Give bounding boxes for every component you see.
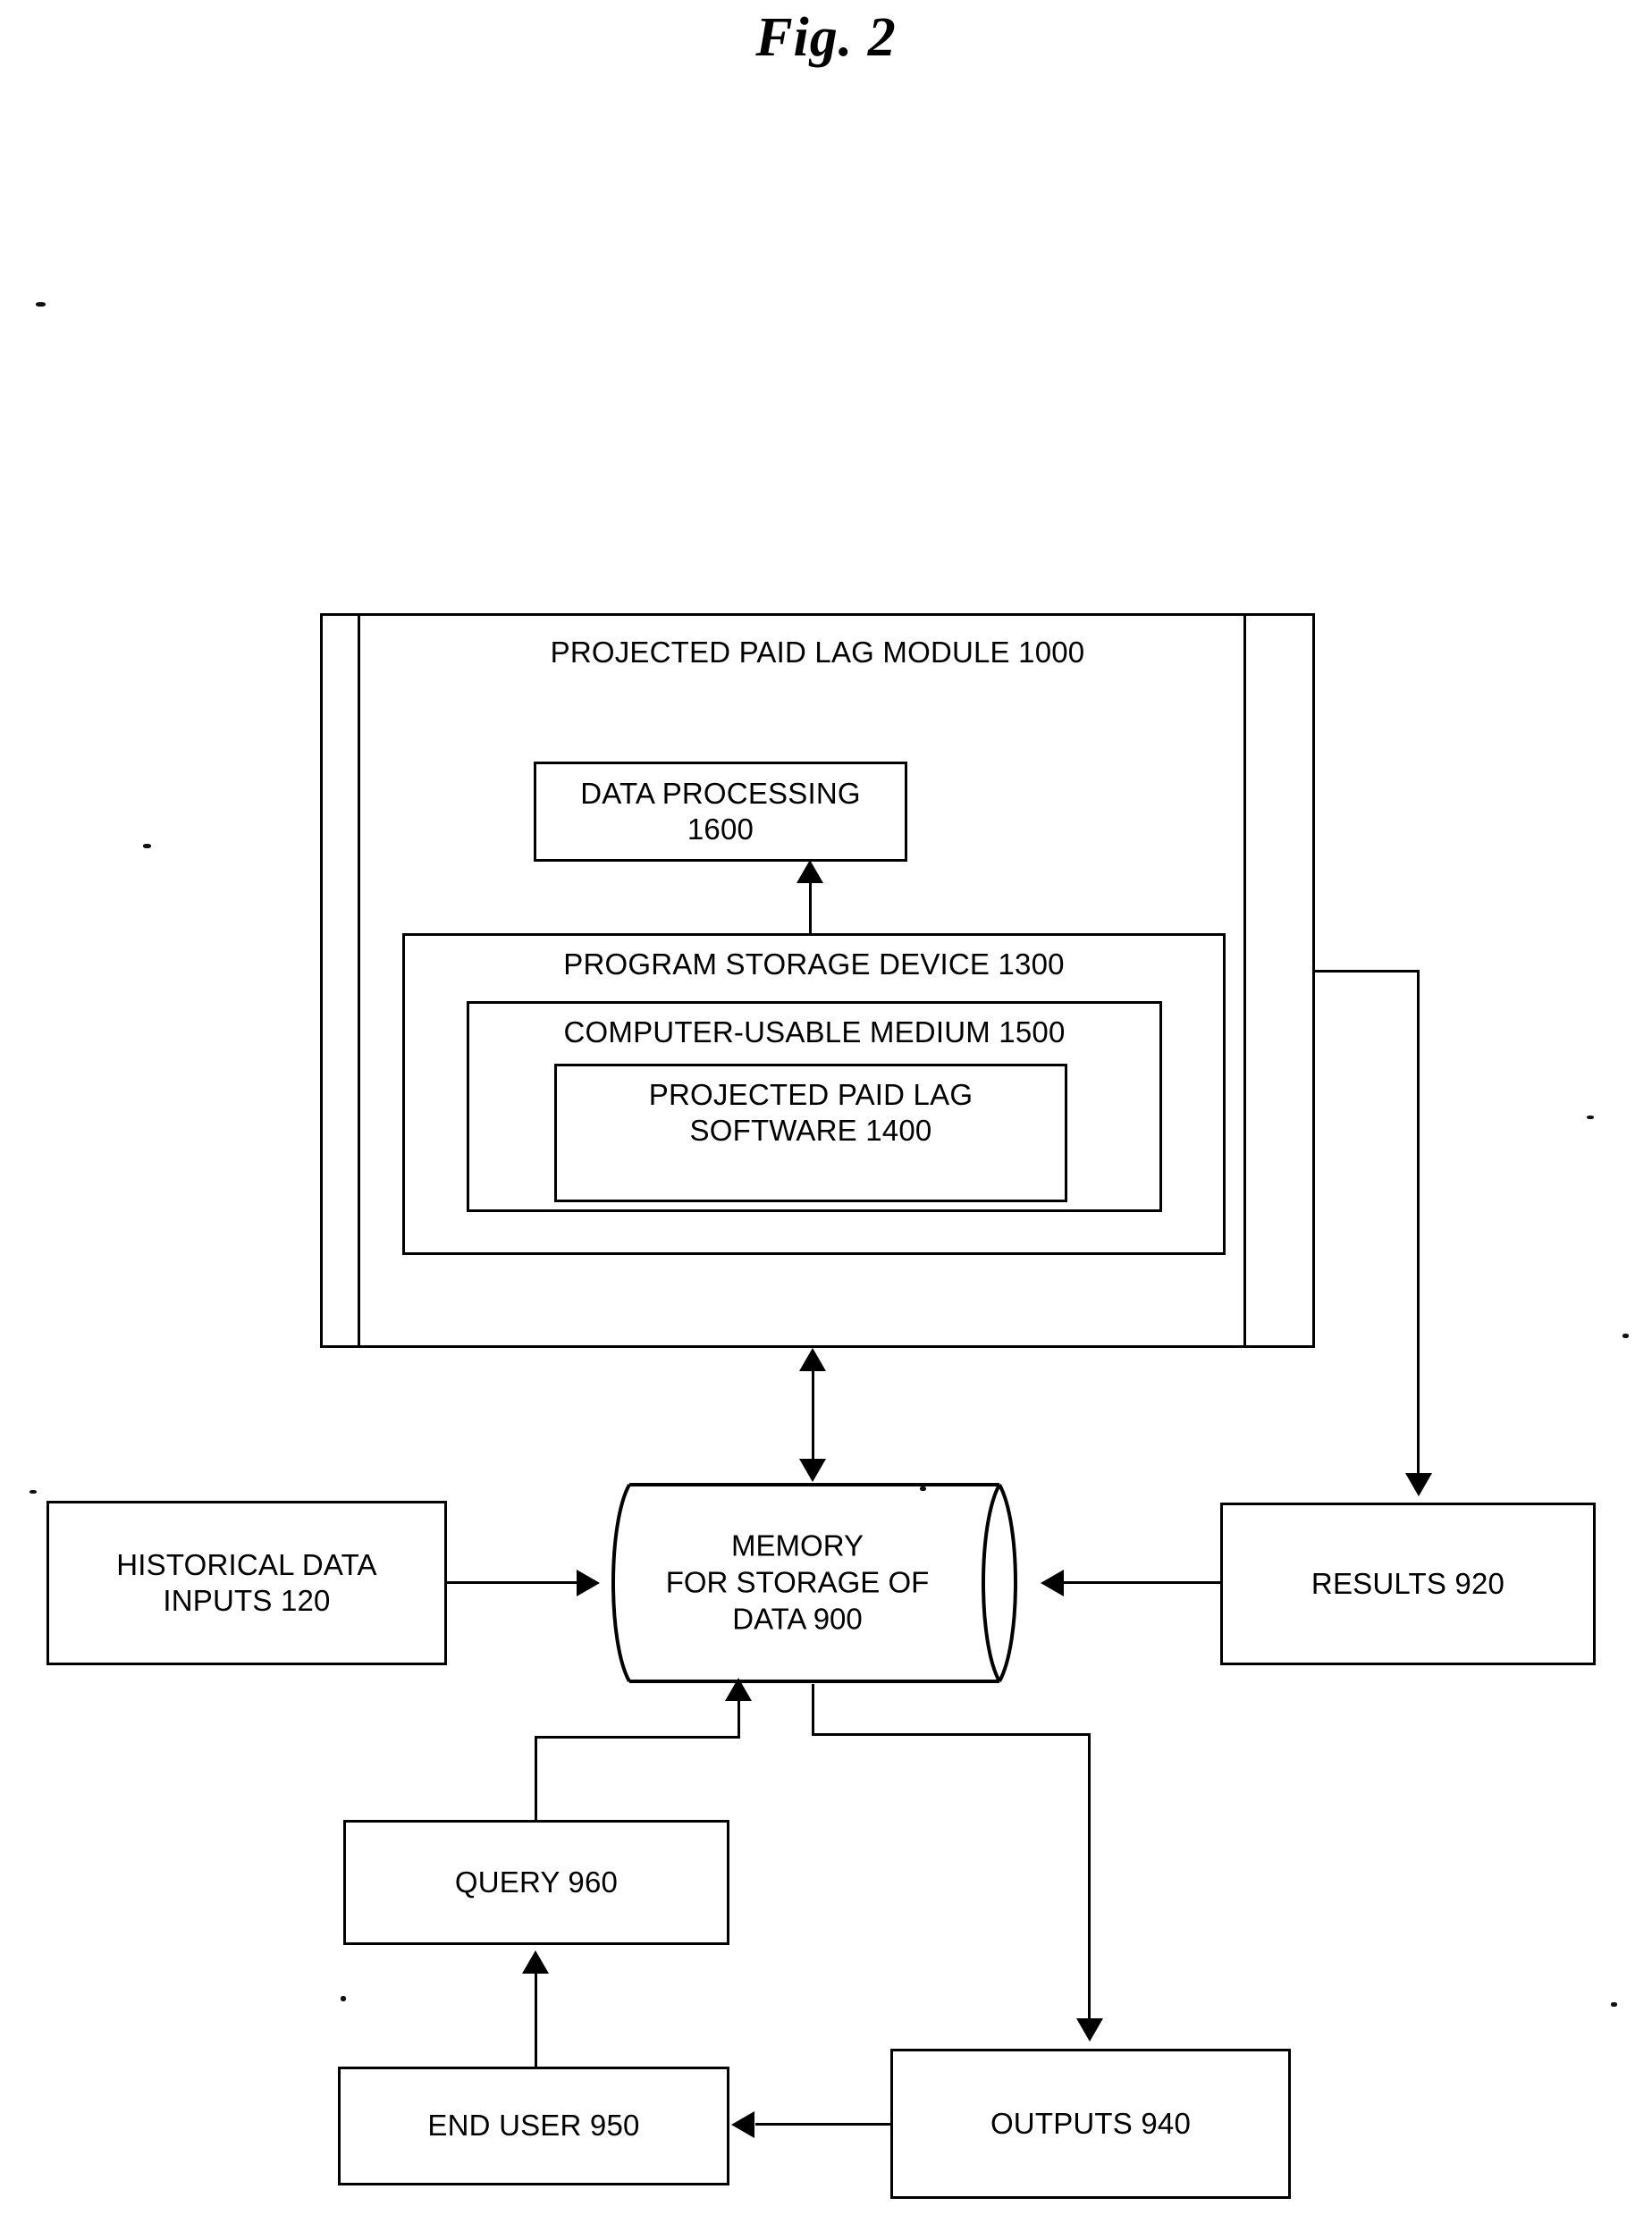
connector-module-to-results-horizontal	[1312, 970, 1420, 973]
scan-speck	[143, 844, 151, 848]
scan-speck	[341, 1996, 346, 2001]
memory-storage-cylinder: MEMORY FOR STORAGE OF DATA 900	[595, 1480, 1041, 1686]
connector-module-to-results-vertical	[1417, 970, 1420, 1473]
scan-speck	[1622, 1334, 1629, 1338]
figure-title: Fig. 2	[755, 7, 897, 68]
connector-inputs-to-memory-line	[447, 1581, 577, 1584]
scan-speck	[36, 302, 46, 307]
connector-memory-to-outputs-vertical-upper	[812, 1684, 814, 1735]
connector-module-to-results-arrowhead	[1405, 1473, 1432, 1496]
connector-module-memory-arrowhead-down	[799, 1459, 826, 1482]
scan-speck	[1587, 1116, 1594, 1119]
projected-paid-lag-module-label: PROJECTED PAID LAG MODULE 1000	[550, 636, 1085, 669]
end-user-label: END USER 950	[427, 2109, 640, 2143]
connector-memory-to-outputs-arrowhead	[1076, 2018, 1103, 2042]
connector-enduser-to-query-arrowhead	[522, 1950, 549, 1974]
historical-data-inputs-box: HISTORICAL DATA INPUTS 120	[46, 1501, 447, 1665]
scan-speck	[30, 1490, 37, 1494]
scan-speck	[1611, 2002, 1617, 2007]
end-user-box: END USER 950	[338, 2067, 729, 2185]
connector-results-to-memory-line	[1064, 1581, 1221, 1584]
connector-memory-to-outputs-vertical-lower	[1088, 1733, 1091, 2021]
projected-paid-lag-software-box: PROJECTED PAID LAG SOFTWARE 1400	[554, 1064, 1067, 1202]
data-processing-box: DATA PROCESSING 1600	[534, 762, 907, 862]
connector-storage-to-processing-line	[809, 874, 812, 935]
results-label: RESULTS 920	[1311, 1566, 1505, 1600]
connector-query-to-memory-vertical-upper	[738, 1698, 740, 1739]
outputs-box: OUTPUTS 940	[890, 2049, 1291, 2199]
data-processing-label: DATA PROCESSING 1600	[580, 776, 861, 846]
connector-query-to-memory-arrowhead	[725, 1678, 752, 1701]
results-box: RESULTS 920	[1220, 1503, 1596, 1665]
outputs-label: OUTPUTS 940	[990, 2106, 1192, 2140]
connector-results-to-memory-arrowhead	[1041, 1570, 1064, 1596]
module-inner-rule-left	[358, 616, 360, 1345]
historical-data-inputs-label: HISTORICAL DATA INPUTS 120	[116, 1547, 377, 1617]
projected-paid-lag-software-label: PROJECTED PAID LAG SOFTWARE 1400	[648, 1078, 974, 1148]
computer-usable-medium-label: COMPUTER-USABLE MEDIUM 1500	[563, 1015, 1066, 1048]
connector-enduser-to-query-line	[535, 1971, 537, 2067]
connector-query-to-memory-vertical-lower	[535, 1736, 537, 1823]
connector-outputs-to-enduser-arrowhead	[731, 2111, 754, 2138]
memory-cylinder-shape	[611, 1483, 1017, 1683]
connector-memory-to-outputs-horizontal	[812, 1733, 1091, 1736]
connector-module-memory-arrowhead-up	[799, 1348, 826, 1371]
connector-query-to-memory-horizontal	[535, 1736, 740, 1739]
patent-figure-page: Fig. 2 PROJECTED PAID LAG MODULE 1000 DA…	[0, 0, 1652, 2240]
module-inner-rule-right	[1243, 616, 1246, 1345]
program-storage-device-label: PROGRAM STORAGE DEVICE 1300	[563, 947, 1065, 981]
query-label: QUERY 960	[454, 1865, 619, 1899]
connector-inputs-to-memory-arrowhead	[577, 1570, 600, 1596]
connector-storage-to-processing-arrowhead	[796, 860, 823, 883]
connector-outputs-to-enduser-line	[755, 2123, 891, 2126]
query-box: QUERY 960	[343, 1820, 729, 1945]
